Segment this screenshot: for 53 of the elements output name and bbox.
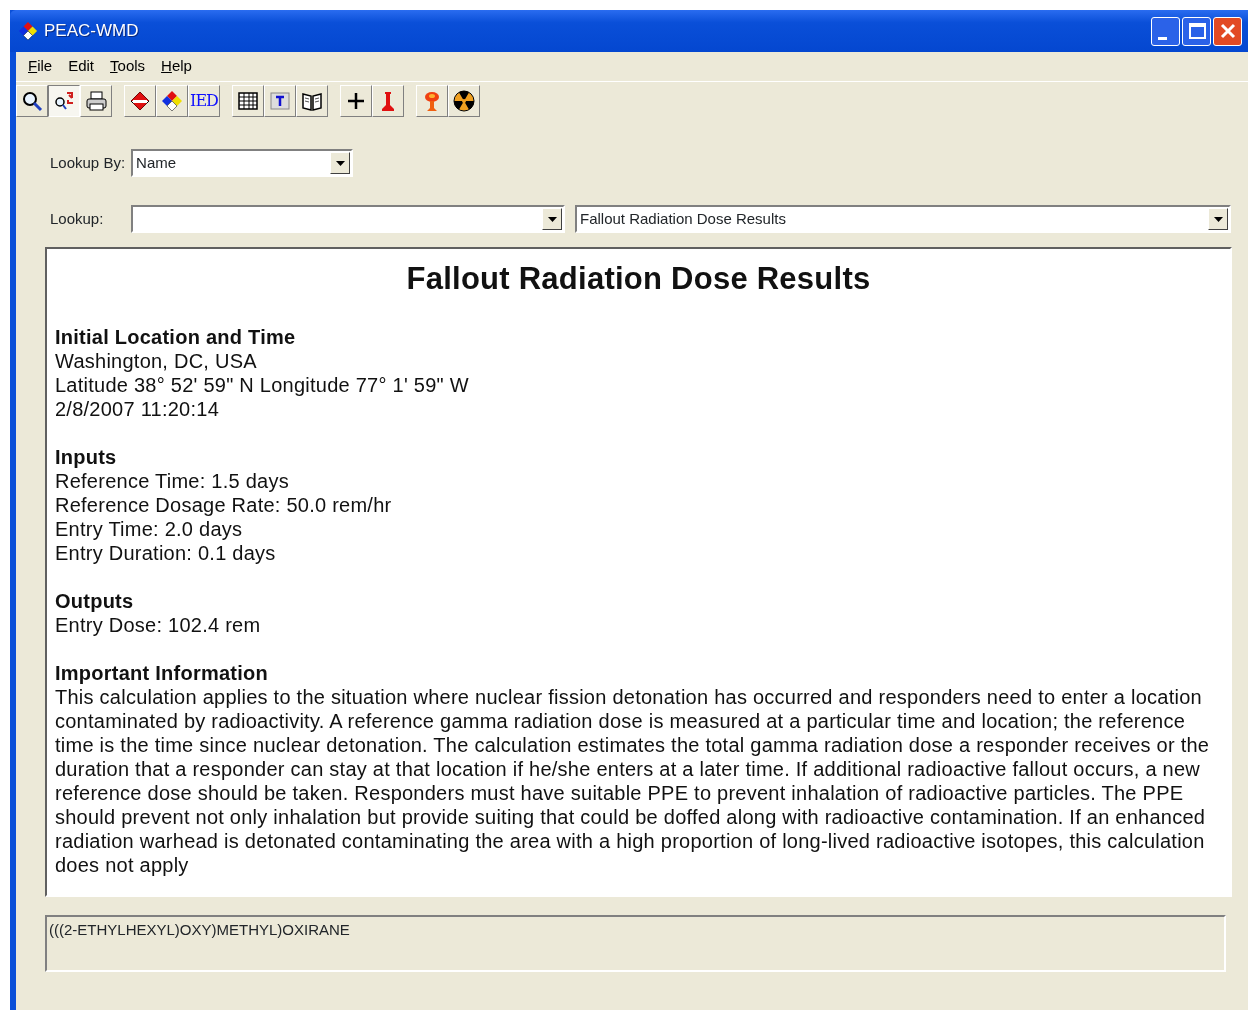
menu-item[interactable]: Help: [153, 55, 200, 78]
section-heading: Outputs: [55, 589, 135, 613]
table-button[interactable]: [232, 85, 264, 117]
results-dropdown[interactable]: Fallout Radiation Dose Results: [575, 205, 1231, 233]
lookup-by-dropdown[interactable]: Name: [131, 149, 354, 177]
radiation-button[interactable]: [448, 85, 480, 117]
report-line: 2/8/2007 11:20:14: [55, 397, 221, 421]
plus-icon: [345, 90, 367, 112]
report-title: Fallout Radiation Dose Results: [405, 261, 872, 297]
text-grid-icon: [269, 90, 291, 112]
section-heading: Important Information: [55, 661, 269, 685]
printer-button[interactable]: [80, 85, 112, 117]
status-field: (((2-ETHYLHEXYL)OXY)METHYL)OXIRANE: [45, 915, 1226, 972]
section-heading: Inputs: [55, 445, 118, 469]
hazard-diamond-icon: [161, 90, 183, 112]
report-line: Reference Time: 1.5 days: [55, 469, 290, 493]
section-heading: Initial Location and Time: [55, 325, 297, 349]
plus-button[interactable]: [340, 85, 372, 117]
text-button[interactable]: IED: [188, 85, 220, 117]
magnifier-button[interactable]: [16, 85, 48, 117]
menu-item[interactable]: Edit: [60, 55, 103, 78]
book-icon: [301, 90, 323, 112]
menu-item[interactable]: Tools: [102, 55, 154, 78]
maximize-button[interactable]: [1182, 16, 1211, 46]
report-line: Reference Dosage Rate: 50.0 rem/hr: [55, 493, 393, 517]
search-arrows-icon: [53, 90, 75, 112]
diamond-icon: [129, 90, 151, 112]
window-title: PEAC-WMD: [44, 20, 139, 43]
hazard-diamond-icon: [18, 21, 38, 41]
menu-item[interactable]: File: [20, 55, 61, 78]
search-arrows-button[interactable]: [48, 85, 80, 117]
report-line: Entry Dose: 102.4 rem: [55, 613, 262, 637]
hazard-diamond-button[interactable]: [156, 85, 188, 117]
mushroom-cloud-button[interactable]: [416, 85, 448, 117]
printer-icon: [85, 90, 107, 112]
minimize-button[interactable]: [1151, 16, 1180, 46]
diamond-button[interactable]: [124, 85, 156, 117]
report-line: Latitude 38° 52' 59" N Longitude 77° 1' 59" W: [55, 373, 470, 397]
report-line: Washington, DC, USA: [55, 349, 258, 373]
magnifier-icon: [21, 90, 43, 112]
book-button[interactable]: [296, 85, 328, 117]
report-line: This calculation applies to the situation where nuclear fission detonation has occurred and responders need to enter a location contaminated by radioactivity. A reference gamma radiation dose is measured at a particular time and location; the reference time is the time since nuclear detonation. The calculation estimates the total gamma radiation dose a responder receives or the duration that a responder can stay at that location if he/she enters at a later time. If additional radioactive fallout occurs, a new reference dose should be taken. Responders must have suitable PPE to prevent inhalation of radioactive particles. The PPE should prevent not only inhalation but provide suiting that could be doffed along with radioactive contamination. If an enhanced radiation warhead is detonated contaminating the area with a high proportion of long-lived radioactive isotopes, this calculation does not apply: [55, 685, 1211, 877]
field-label: Lookup:: [50, 208, 105, 229]
field-label: Lookup By:: [50, 152, 126, 173]
report-line: Entry Duration: 0.1 days: [55, 541, 277, 565]
lookup-dropdown[interactable]: [131, 205, 565, 233]
minimize-icon: [1158, 36, 1167, 40]
stand-button[interactable]: [372, 85, 404, 117]
table-icon: [237, 90, 259, 112]
radiation-icon: [453, 90, 475, 112]
report-line: Entry Time: 2.0 days: [55, 517, 244, 541]
text-grid-button[interactable]: [264, 85, 296, 117]
close-button[interactable]: [1213, 16, 1242, 46]
